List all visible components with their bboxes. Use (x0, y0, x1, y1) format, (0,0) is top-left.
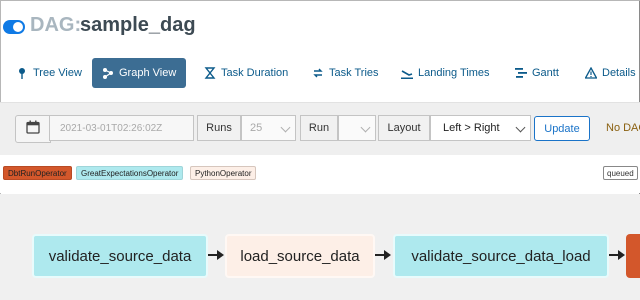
layout-select-value: Left > Right (443, 122, 500, 134)
dag-name-title: sample_dag (80, 14, 196, 36)
dag-prefix-label: DAG: (30, 14, 82, 36)
update-button[interactable]: Update (534, 116, 590, 141)
run-select[interactable] (338, 115, 376, 141)
runs-label: Runs (197, 115, 241, 141)
graph-toolbar: 2021-03-01T02:26:02Z Runs 25 Run Layout … (0, 102, 640, 155)
tab-tree-view-label: Tree View (33, 67, 82, 79)
edge-arrow (208, 250, 224, 260)
tree-icon (16, 67, 28, 79)
runs-select[interactable]: 25 (241, 115, 296, 141)
dag-status-text: No DAG (606, 122, 640, 134)
task-node-load-source-data[interactable]: load_source_data (225, 234, 375, 278)
dag-view-tabs: Tree View Graph View Task Duration Task … (0, 58, 640, 90)
tab-tree-view[interactable]: Tree View (16, 58, 82, 88)
chevron-down-icon (280, 122, 291, 133)
chevron-down-icon (360, 122, 371, 133)
tab-task-tries-label: Task Tries (329, 67, 379, 79)
retry-icon (312, 67, 324, 79)
legend-dbt-run-operator: DbtRunOperator (3, 166, 72, 180)
toggle-knob (13, 22, 23, 32)
graph-icon (102, 67, 114, 79)
chevron-down-icon (515, 122, 526, 133)
tab-landing-times-label: Landing Times (418, 67, 490, 79)
dag-pause-toggle[interactable] (3, 20, 25, 34)
runs-select-value: 25 (250, 122, 263, 134)
task-node-validate-source-data-load[interactable]: validate_source_data_load (393, 234, 609, 278)
tab-task-tries[interactable]: Task Tries (312, 58, 379, 88)
gantt-icon (515, 67, 527, 79)
calendar-icon (26, 120, 40, 139)
legend-great-expectations-operator: GreatExpectationsOperator (76, 166, 184, 180)
calendar-button[interactable] (15, 115, 51, 143)
legend-state-queued[interactable]: queued (603, 166, 638, 180)
tab-gantt[interactable]: Gantt (515, 58, 559, 88)
edge-arrow (609, 250, 625, 260)
warning-icon (585, 67, 597, 79)
layout-select[interactable]: Left > Right (430, 115, 531, 141)
edge-arrow (375, 250, 391, 260)
landing-icon (401, 67, 413, 79)
dag-graph-canvas[interactable]: validate_source_data load_source_data va… (0, 194, 640, 300)
layout-label: Layout (378, 115, 430, 141)
tab-landing-times[interactable]: Landing Times (401, 58, 490, 88)
operator-legend: DbtRunOperator GreatExpectationsOperator… (0, 155, 640, 193)
tab-graph-view-label: Graph View (119, 67, 177, 79)
tab-gantt-label: Gantt (532, 67, 559, 79)
hourglass-icon (204, 67, 216, 79)
tab-task-duration[interactable]: Task Duration (204, 58, 288, 88)
task-node-validate-source-data[interactable]: validate_source_data (32, 234, 208, 278)
legend-python-operator: PythonOperator (190, 166, 257, 180)
task-node-dbt-run[interactable] (626, 234, 640, 278)
tab-details[interactable]: Details (585, 58, 636, 88)
tab-graph-view[interactable]: Graph View (92, 58, 187, 88)
execution-date-input[interactable]: 2021-03-01T02:26:02Z (49, 115, 194, 141)
tab-details-label: Details (602, 67, 636, 79)
dag-header: DAG: sample_dag (0, 0, 640, 56)
tab-task-duration-label: Task Duration (221, 67, 289, 79)
run-label: Run (300, 115, 338, 141)
